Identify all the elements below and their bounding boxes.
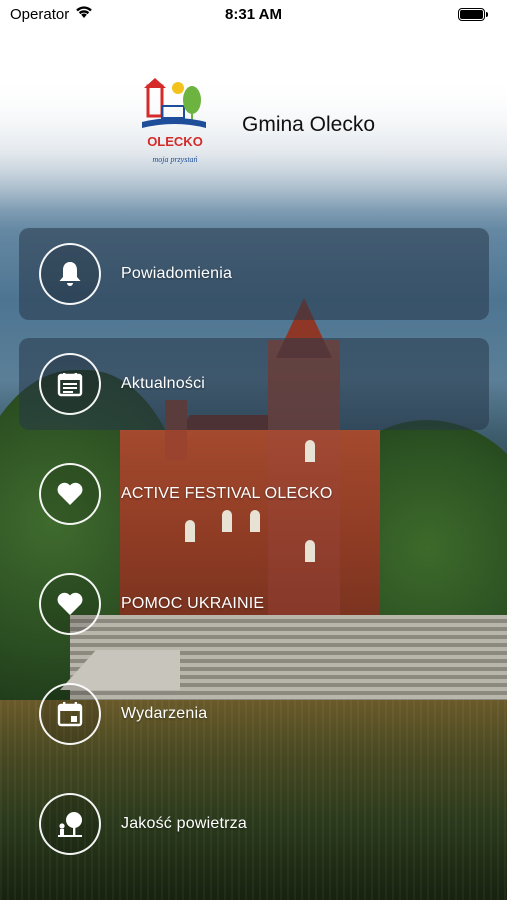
- status-bar: Operator 8:31 AM: [0, 0, 507, 28]
- app-title: Gmina Olecko: [242, 113, 376, 136]
- menu-item-pomoc-ukrainie[interactable]: POMOC UKRAINIE: [19, 558, 489, 650]
- calendar-icon: [39, 683, 101, 745]
- heart-icon: [39, 573, 101, 635]
- svg-text:OLECKO: OLECKO: [147, 134, 203, 149]
- svg-text:moja przystań: moja przystań: [152, 155, 197, 164]
- news-icon: [39, 353, 101, 415]
- tree-person-icon: [39, 793, 101, 855]
- battery-icon: [458, 7, 488, 21]
- heart-icon: [39, 463, 101, 525]
- menu-item-aktualnosci[interactable]: Aktualności: [19, 338, 489, 430]
- menu-item-powiadomienia[interactable]: Powiadomienia: [19, 228, 489, 320]
- bell-icon: [39, 243, 101, 305]
- menu-item-wydarzenia[interactable]: Wydarzenia: [19, 668, 489, 760]
- menu-label: POMOC UKRAINIE: [121, 595, 265, 612]
- menu-label: Wydarzenia: [121, 705, 208, 722]
- menu-item-jakosc-powietrza[interactable]: Jakość powietrza: [19, 778, 489, 870]
- menu-label: ACTIVE FESTIVAL OLECKO: [121, 485, 333, 502]
- menu-label: Aktualności: [121, 375, 206, 392]
- app-header: OLECKO moja przystań Gmina Olecko: [140, 78, 375, 172]
- wifi-icon: [75, 5, 93, 23]
- menu-item-active-festival[interactable]: ACTIVE FESTIVAL OLECKO: [19, 448, 489, 540]
- menu-label: Jakość powietrza: [121, 815, 247, 832]
- menu-label: Powiadomienia: [121, 265, 233, 282]
- carrier-label: Operator: [10, 5, 70, 23]
- main-menu: Powiadomienia Aktualności ACTIVE FESTIVA…: [19, 228, 489, 888]
- olecko-logo: OLECKO moja przystań: [140, 78, 210, 172]
